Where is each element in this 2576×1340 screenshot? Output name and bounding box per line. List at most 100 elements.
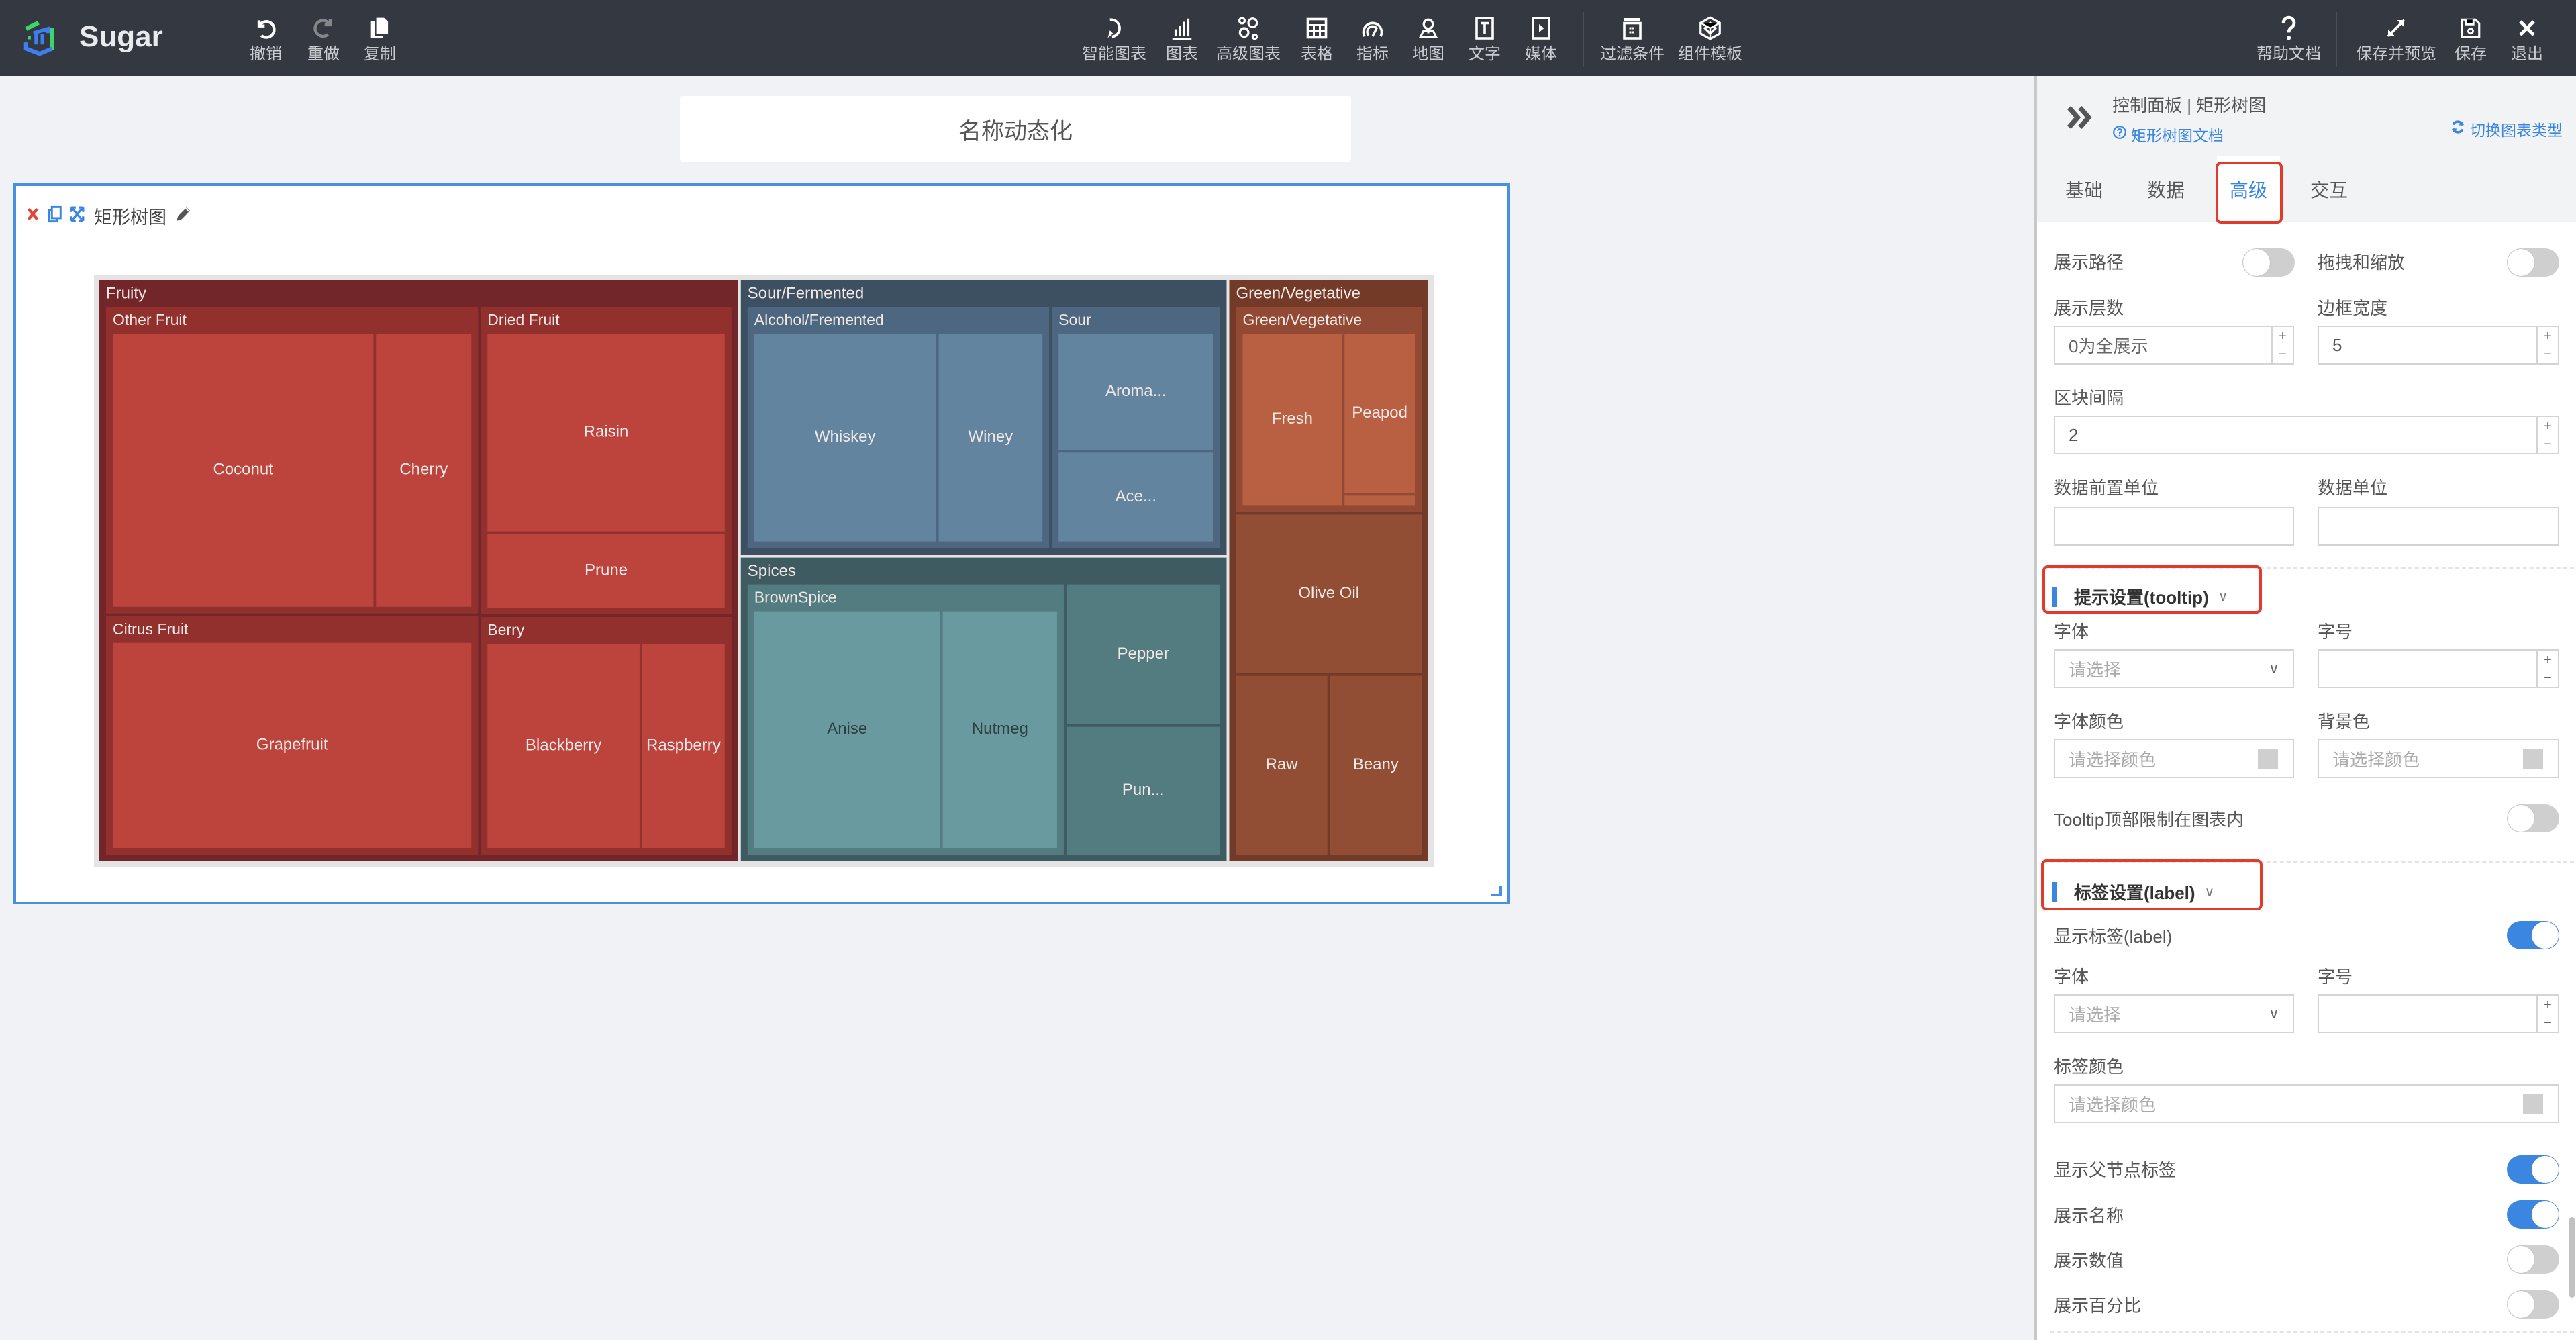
exit-button[interactable]: 退出	[2511, 12, 2543, 68]
show-parent-label-toggle[interactable]	[2507, 1155, 2559, 1184]
show-label-toggle[interactable]	[2507, 921, 2559, 949]
resize-handle[interactable]	[1491, 886, 1502, 896]
levels-input[interactable]: 0为全展示 + −	[2054, 326, 2294, 365]
metric-button[interactable]: 指标	[1356, 12, 1389, 68]
color-swatch[interactable]	[2258, 749, 2278, 769]
increment-button[interactable]: +	[2544, 420, 2552, 433]
table-label: 表格	[1301, 45, 1333, 63]
levels-stepper[interactable]: + −	[2271, 327, 2293, 363]
increment-button[interactable]: +	[2544, 330, 2552, 343]
show-label-label: 显示标签(label)	[2054, 926, 2173, 947]
fullscreen-widget-icon[interactable]	[70, 205, 85, 226]
decrement-button[interactable]: −	[2544, 1016, 2552, 1030]
gauge-icon	[1360, 12, 1385, 44]
text-button[interactable]: 文字	[1469, 12, 1501, 68]
tab-advanced[interactable]: 高级	[2217, 156, 2280, 222]
label-font-select[interactable]: 请选择 ∨	[2054, 994, 2294, 1033]
tab-data[interactable]: 数据	[2139, 156, 2193, 222]
label-font-size-input[interactable]: + −	[2318, 994, 2559, 1033]
tooltip-confine-toggle[interactable]	[2507, 804, 2559, 832]
label-font-size-stepper[interactable]: + −	[2536, 996, 2558, 1032]
decrement-button[interactable]: −	[2544, 348, 2552, 361]
treemap-leaf-label: Raw	[1266, 755, 1299, 773]
color-swatch[interactable]	[2523, 1094, 2543, 1114]
media-button[interactable]: 媒体	[1525, 12, 1557, 68]
gap-input[interactable]: 2 + −	[2054, 416, 2559, 454]
undo-icon	[252, 12, 279, 44]
panel-scrollbar[interactable]	[2569, 1217, 2575, 1298]
increment-button[interactable]: +	[2544, 653, 2552, 667]
redo-button[interactable]: 重做	[307, 12, 340, 68]
tooltip-section-header[interactable]: 提示设置(tooltip) ∨	[2052, 584, 2228, 609]
undo-button[interactable]: 撤销	[250, 12, 282, 68]
decrement-button[interactable]: −	[2544, 438, 2552, 451]
treemap-parent-label: Alcohol/Fremented	[754, 311, 884, 328]
switch-chart-type-link[interactable]: 切换图表类型	[2450, 117, 2563, 140]
treemap-leaf-label: Nutmeg	[972, 720, 1028, 738]
delete-widget-icon[interactable]	[26, 206, 40, 226]
toolbar-divider	[2336, 12, 2337, 67]
treemap-leaf-label: Fresh	[1272, 410, 1313, 428]
collapse-panel-icon[interactable]	[2065, 100, 2095, 139]
show-path-toggle[interactable]	[2242, 248, 2295, 277]
drag-zoom-toggle[interactable]	[2507, 248, 2559, 277]
treemap-leaf-label: Winey	[969, 428, 1013, 446]
decrement-button[interactable]: −	[2544, 671, 2552, 685]
table-button[interactable]: 表格	[1301, 12, 1333, 68]
tooltip-font-size-stepper[interactable]: + −	[2536, 651, 2558, 687]
save-button[interactable]: 保存	[2455, 12, 2487, 68]
border-width-stepper[interactable]: + −	[2536, 327, 2558, 363]
widget-title: 矩形树图	[94, 207, 166, 228]
map-pin-icon	[1416, 12, 1440, 44]
help-button[interactable]: 帮助文档	[2257, 12, 2321, 68]
label-color-picker[interactable]: 请选择颜色	[2054, 1084, 2559, 1123]
treemap-parent-label: Citrus Fruit	[113, 620, 189, 638]
edit-title-icon[interactable]	[173, 204, 193, 228]
gap-stepper[interactable]: + −	[2536, 417, 2558, 453]
show-percent-toggle[interactable]	[2507, 1290, 2559, 1319]
save-icon	[2459, 12, 2482, 44]
unit-input[interactable]	[2318, 507, 2559, 546]
filter-label: 过滤条件	[1600, 45, 1665, 63]
increment-button[interactable]: +	[2544, 998, 2552, 1012]
advanced-chart-button[interactable]: 高级图表	[1216, 12, 1281, 68]
tooltip-bg-color-picker[interactable]: 请选择颜色	[2318, 739, 2559, 778]
prefix-unit-input[interactable]	[2054, 507, 2294, 546]
dashboard-title[interactable]: 名称动态化	[680, 96, 1351, 162]
advanced-chart-label: 高级图表	[1216, 45, 1281, 63]
treemap-leaf-label: Olive Oil	[1298, 584, 1359, 602]
decrement-button[interactable]: −	[2279, 348, 2287, 361]
increment-button[interactable]: +	[2279, 330, 2287, 343]
show-value-toggle[interactable]	[2507, 1245, 2559, 1274]
copy-button[interactable]: 复制	[364, 12, 396, 68]
treemap-parent-label: Spices	[748, 562, 796, 580]
show-value-label: 展示数值	[2054, 1251, 2124, 1271]
template-button[interactable]: 组件模板	[1678, 12, 1742, 68]
refresh-icon	[2450, 119, 2466, 139]
tooltip-font-select[interactable]: 请选择 ∨	[2054, 649, 2294, 688]
tab-interaction[interactable]: 交互	[2302, 156, 2356, 222]
treemap-doc-link[interactable]: 矩形树图文档	[2112, 123, 2224, 146]
map-button[interactable]: 地图	[1412, 12, 1444, 68]
tooltip-font-color-picker[interactable]: 请选择颜色	[2054, 739, 2294, 778]
save-label: 保存	[2455, 45, 2487, 63]
tab-basic[interactable]: 基础	[2057, 156, 2111, 222]
chevron-down-icon: ∨	[2218, 589, 2228, 604]
treemap-leaf-leaf[interactable]	[1344, 495, 1415, 506]
show-name-toggle[interactable]	[2507, 1200, 2559, 1229]
filter-button[interactable]: 过滤条件	[1600, 12, 1665, 68]
label-color-placeholder: 请选择颜色	[2069, 1094, 2157, 1115]
show-path-label: 展示路径	[2054, 252, 2124, 273]
save-preview-button[interactable]: 保存并预览	[2356, 12, 2436, 68]
border-width-input[interactable]: 5 + −	[2318, 326, 2559, 365]
chart-button[interactable]: 图表	[1166, 12, 1198, 68]
tooltip-font-size-input[interactable]: + −	[2318, 649, 2559, 688]
label-section-header[interactable]: 标签设置(label) ∨	[2052, 879, 2214, 904]
label-font-placeholder: 请选择	[2069, 1004, 2122, 1025]
undo-label: 撤销	[250, 45, 282, 63]
smart-chart-button[interactable]: 智能图表	[1082, 12, 1146, 68]
color-swatch[interactable]	[2523, 749, 2543, 769]
duplicate-widget-icon[interactable]	[47, 205, 63, 226]
label-color-label: 标签颜色	[2054, 1057, 2124, 1077]
treemap-leaf-label: Coconut	[213, 461, 273, 479]
